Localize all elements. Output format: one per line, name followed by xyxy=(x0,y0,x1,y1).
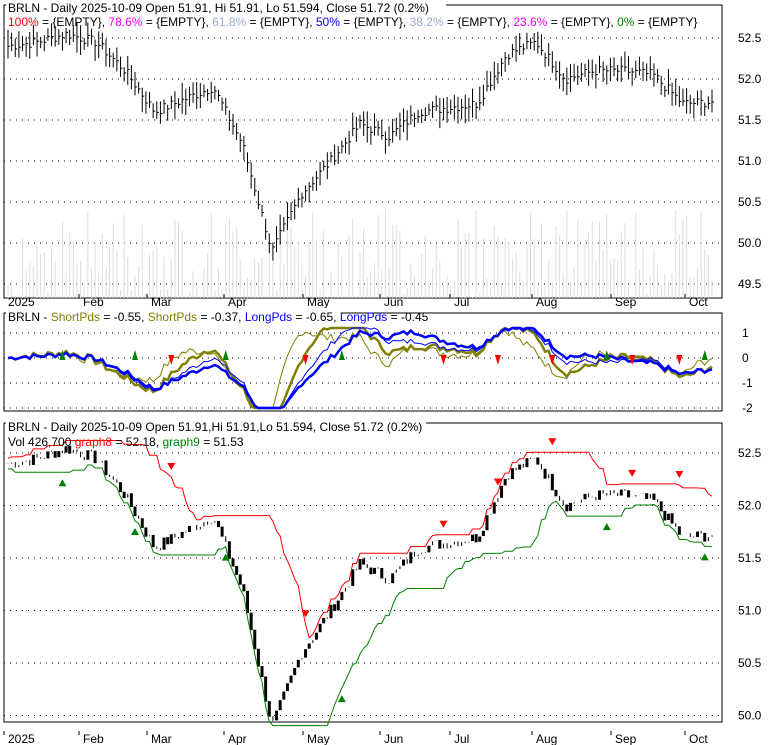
price-axis-label: 51.0 xyxy=(738,604,762,618)
price-axis-label: 52.0 xyxy=(738,72,762,86)
buy-arrow-icon xyxy=(131,527,140,535)
graph9-line xyxy=(8,464,712,727)
chart-container: 2025 2025 Feb Feb Mar Mar Apr Apr May May Jun Jun Ju… xyxy=(0,0,780,745)
month-tick-label: Mar xyxy=(151,295,172,309)
legend-label: 0% xyxy=(617,15,635,29)
legend-value: = {EMPTY}, xyxy=(547,15,617,29)
oscillator-line xyxy=(7,326,713,410)
legend-label: LongPds xyxy=(340,310,387,324)
legend-label: 38.2% xyxy=(410,15,444,29)
buy-arrow-icon xyxy=(222,350,229,360)
month-tick-label: Jul xyxy=(454,732,469,745)
sell-arrow-icon xyxy=(548,438,557,446)
month-tick-label: Mar xyxy=(151,732,172,745)
price-axis-label: 50.0 xyxy=(738,709,762,723)
oscillator-legend: BRLN - ShortPds = -0.55, ShortPds = -0.3… xyxy=(8,310,429,324)
month-tick-label: Aug xyxy=(536,732,557,745)
legend-label: 61.8% xyxy=(212,15,246,29)
legend-label: 100% xyxy=(8,15,39,29)
sell-arrow-icon xyxy=(439,520,448,528)
buy-arrow-icon xyxy=(700,553,709,561)
month-tick-label: Oct xyxy=(689,295,708,309)
legend-value: = -0.65, xyxy=(292,310,340,324)
month-tick-label: Apr xyxy=(228,732,247,745)
buy-arrow-icon xyxy=(132,350,139,360)
buy-arrow-icon xyxy=(701,350,708,360)
buy-arrow-icon xyxy=(58,479,67,487)
legend-value: = {EMPTY}, xyxy=(340,15,410,29)
price-axis-label: 52.5 xyxy=(738,446,762,460)
legend-label: 50% xyxy=(316,15,340,29)
price-panel-title: BRLN - Daily 2025-10-09 Open 51.91, Hi 5… xyxy=(8,1,429,15)
month-tick-label: Feb xyxy=(83,295,104,309)
price-panel-frame xyxy=(3,4,723,299)
legend-value: = {EMPTY}, xyxy=(39,15,109,29)
sell-arrow-icon xyxy=(494,355,501,365)
price-axis-label: 50.0 xyxy=(738,236,762,250)
sell-arrow-icon xyxy=(675,471,684,479)
legend-value: = -0.37, xyxy=(197,310,245,324)
legend-label: ShortPds xyxy=(51,310,100,324)
graph8-label: graph8 xyxy=(75,435,113,449)
graph9-label: graph9 xyxy=(162,435,200,449)
graph8-line xyxy=(7,440,713,639)
price-axis-label: 49.5 xyxy=(738,277,762,291)
legend-value: = -0.55, xyxy=(100,310,148,324)
stop-panel-legend: Vol 426,700 graph8 = 52.18, graph9 = 51.… xyxy=(8,435,244,449)
oscillator-axis-label: 0 xyxy=(742,351,749,365)
month-tick-label: Jun xyxy=(384,732,403,745)
legend-label: LongPds xyxy=(245,310,292,324)
chart-svg: 2025 2025 Feb Feb Mar Mar Apr Apr May May Jun Jun Ju… xyxy=(3,0,762,745)
month-tick-label: Jul xyxy=(454,295,469,309)
volume-label: Vol 426,700 xyxy=(8,435,75,449)
legend-value: = {EMPTY}, xyxy=(142,15,212,29)
sell-arrow-icon xyxy=(440,355,447,365)
legend-label: 78.6% xyxy=(108,15,142,29)
price-axis-label: 52.0 xyxy=(738,499,762,513)
legend-value: = {EMPTY}, xyxy=(444,15,514,29)
month-tick-label: May xyxy=(307,295,330,309)
sell-arrow-icon xyxy=(676,355,683,365)
month-tick-label: Jun xyxy=(384,295,403,309)
graph9-value: = 51.53 xyxy=(200,435,244,449)
sell-arrow-icon xyxy=(628,469,637,477)
price-axis-label: 50.5 xyxy=(738,195,762,209)
price-axis-label: 50.5 xyxy=(738,656,762,670)
oscillator-axis-label: 1 xyxy=(742,326,749,340)
oscillator-line xyxy=(7,330,713,409)
sell-arrow-icon xyxy=(168,355,175,365)
stop-panel-title: BRLN - Daily 2025-10-09 Open 51.91,Hi 51… xyxy=(8,420,422,434)
fib-legend: 100% = {EMPTY}, 78.6% = {EMPTY}, 61.8% =… xyxy=(8,15,697,29)
legend-prefix: BRLN - xyxy=(8,310,51,324)
legend-value: = -0.45 xyxy=(387,310,428,324)
buy-arrow-icon xyxy=(602,523,611,531)
oscillator-axis-label: -2 xyxy=(742,401,753,415)
legend-value: = {EMPTY}, xyxy=(246,15,316,29)
month-tick-label: May xyxy=(307,732,330,745)
month-tick-label: Sep xyxy=(615,295,637,309)
legend-value: = {EMPTY} xyxy=(634,15,697,29)
price-axis-label: 51.5 xyxy=(738,113,762,127)
month-tick-label: Oct xyxy=(689,732,708,745)
price-axis-label: 51.5 xyxy=(738,551,762,565)
month-tick-label: Feb xyxy=(83,732,104,745)
month-tick-label: 2025 xyxy=(8,295,35,309)
oscillator-axis-label: -1 xyxy=(742,376,753,390)
legend-label: ShortPds xyxy=(148,310,197,324)
graph8-value: = 52.18, xyxy=(112,435,162,449)
legend-label: 23.6% xyxy=(513,15,547,29)
month-tick-label: Apr xyxy=(228,295,247,309)
buy-arrow-icon xyxy=(337,695,346,703)
price-axis-label: 52.5 xyxy=(738,31,762,45)
stop-panel-frame xyxy=(3,422,723,723)
sell-arrow-icon xyxy=(167,462,176,470)
sell-arrow-icon xyxy=(301,610,310,618)
price-axis-label: 51.0 xyxy=(738,154,762,168)
month-tick-label: 2025 xyxy=(8,732,35,745)
month-tick-label: Sep xyxy=(615,732,637,745)
month-tick-label: Aug xyxy=(536,295,557,309)
